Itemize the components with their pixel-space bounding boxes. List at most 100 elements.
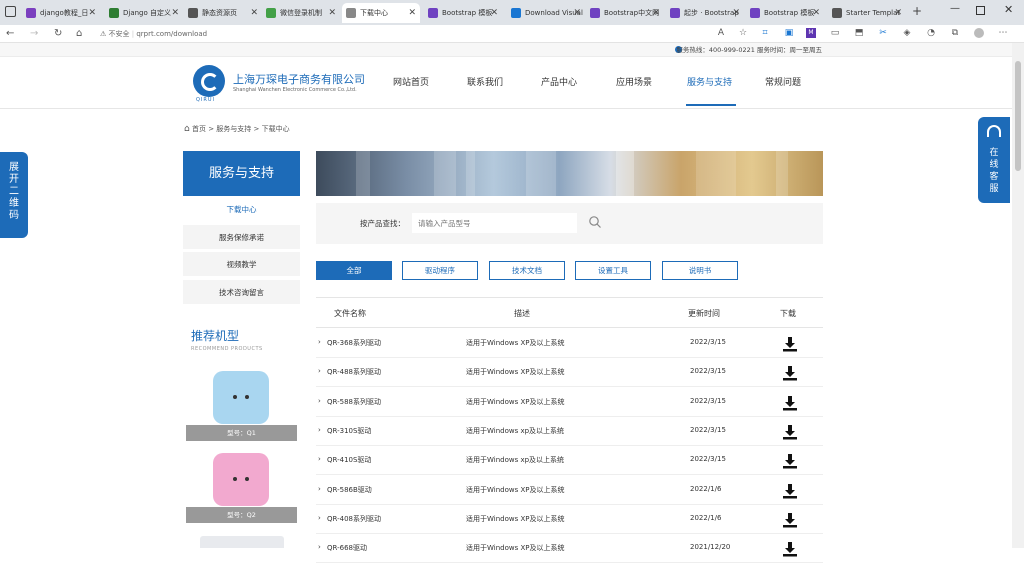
- favorite-icon[interactable]: ☆: [738, 28, 748, 38]
- tab-title: 静态资源页: [202, 9, 237, 17]
- breadcrumb: ⌂ 首页 > 服务与支持 > 下载中心: [184, 124, 290, 134]
- tab-close-icon[interactable]: ✕: [328, 3, 336, 23]
- tab-close-icon[interactable]: ✕: [894, 3, 902, 23]
- url-field[interactable]: ⚠ 不安全 | qrprt.com/download: [100, 27, 720, 41]
- more-icon[interactable]: ⋯: [998, 28, 1008, 38]
- tools-icon[interactable]: ✂: [878, 28, 888, 38]
- tab-close-icon[interactable]: ✕: [490, 3, 498, 23]
- extension-icon[interactable]: ▣: [784, 28, 794, 38]
- breadcrumb-item-home[interactable]: 首页: [192, 125, 206, 133]
- browser-tab[interactable]: django教程_日 ✕: [22, 3, 100, 23]
- collections-icon[interactable]: ⧉: [950, 28, 960, 38]
- company-logo-icon[interactable]: [193, 65, 225, 97]
- tab-title: django教程_日: [40, 9, 89, 17]
- extension-3-icon[interactable]: ⬒: [854, 28, 864, 38]
- tab-actions-icon[interactable]: [5, 6, 16, 17]
- company-name: 上海万琛电子商务有限公司: [233, 73, 365, 86]
- filter-button[interactable]: 说明书: [662, 261, 738, 280]
- forward-icon[interactable]: →: [30, 25, 38, 43]
- file-name[interactable]: QR-368系列驱动: [327, 338, 381, 348]
- extension-2-icon[interactable]: M: [806, 28, 816, 38]
- file-name[interactable]: QR-408系列驱动: [327, 514, 381, 524]
- nav-item[interactable]: 服务与支持: [687, 75, 732, 88]
- download-icon[interactable]: [782, 483, 798, 499]
- nav-active-indicator: [686, 104, 736, 106]
- file-name[interactable]: QR-668驱动: [327, 543, 367, 553]
- table-row: › QR-408系列驱动 适用于Windows XP及以上系统 2022/1/6: [316, 505, 823, 534]
- tab-close-icon[interactable]: ✕: [171, 3, 179, 23]
- file-name[interactable]: QR-586B驱动: [327, 485, 372, 495]
- new-tab-icon[interactable]: +: [912, 4, 922, 18]
- recommend-product-card[interactable]: 型号：Q1: [186, 364, 297, 441]
- maximize-icon[interactable]: [976, 6, 985, 15]
- read-aloud-icon[interactable]: A: [716, 28, 726, 38]
- product-search-input[interactable]: [412, 213, 577, 233]
- browser-tab[interactable]: Bootstrap 模板 ✕: [746, 3, 824, 23]
- page-scrollbar[interactable]: [1012, 43, 1024, 548]
- screenshot-icon[interactable]: ⌗: [760, 28, 770, 38]
- sidebar-item[interactable]: 技术咨询留言: [183, 279, 300, 305]
- shield-icon[interactable]: ◈: [902, 28, 912, 38]
- filter-button[interactable]: 驱动程序: [402, 261, 478, 280]
- history-icon[interactable]: ◔: [926, 28, 936, 38]
- tab-close-icon[interactable]: ✕: [652, 3, 660, 23]
- file-description: 适用于Windows XP及以上系统: [466, 397, 565, 406]
- cast-icon[interactable]: ▭: [830, 28, 840, 38]
- sidebar-item[interactable]: 视频教学: [183, 252, 300, 277]
- download-icon[interactable]: [782, 512, 798, 528]
- file-name[interactable]: QR-410S驱动: [327, 455, 371, 465]
- browser-tab[interactable]: 静态资源页 ✕: [184, 3, 262, 23]
- nav-item[interactable]: 应用场景: [616, 75, 652, 88]
- tab-title: 下载中心: [360, 9, 388, 17]
- download-icon[interactable]: [782, 395, 798, 411]
- tab-favicon-icon: [266, 8, 276, 18]
- browser-tab[interactable]: Bootstrap 模板 ✕: [424, 3, 502, 23]
- online-service-float[interactable]: 在线客服: [978, 117, 1010, 203]
- download-icon[interactable]: [782, 365, 798, 381]
- nav-item[interactable]: 网站首页: [393, 75, 429, 88]
- filter-button[interactable]: 设置工具: [575, 261, 651, 280]
- download-icon[interactable]: [782, 453, 798, 469]
- tab-close-icon[interactable]: ✕: [408, 3, 416, 23]
- file-name[interactable]: QR-310S驱动: [327, 426, 371, 436]
- profile-avatar-icon[interactable]: [974, 28, 984, 38]
- nav-item[interactable]: 常规问题: [765, 75, 801, 88]
- filter-button[interactable]: 全部: [316, 261, 392, 280]
- browser-tab[interactable]: 微信登录机制 ✕: [262, 3, 340, 23]
- download-icon[interactable]: [782, 541, 798, 557]
- tab-close-icon[interactable]: ✕: [250, 3, 258, 23]
- browser-tab[interactable]: Starter Templat ✕: [828, 3, 906, 23]
- browser-tab[interactable]: Django 自定义 ✕: [105, 3, 183, 23]
- product-card-partial[interactable]: [200, 536, 284, 548]
- refresh-icon[interactable]: ↻: [54, 25, 62, 43]
- download-icon[interactable]: [782, 336, 798, 352]
- sidebar-item[interactable]: 服务保修承诺: [183, 224, 300, 250]
- home-icon[interactable]: ⌂: [76, 25, 82, 43]
- nav-item[interactable]: 产品中心: [541, 75, 577, 88]
- breadcrumb-separator: >: [253, 125, 260, 133]
- qrcode-expand-tab[interactable]: 展开二维码: [0, 152, 28, 238]
- tab-close-icon[interactable]: ✕: [812, 3, 820, 23]
- minimize-icon[interactable]: —: [950, 3, 960, 14]
- back-icon[interactable]: ←: [6, 25, 14, 43]
- file-name[interactable]: QR-588系列驱动: [327, 397, 381, 407]
- recommend-product-card[interactable]: 型号：Q2: [186, 446, 297, 523]
- breadcrumb-item-download: 下载中心: [261, 125, 290, 133]
- nav-item[interactable]: 联系我们: [467, 75, 503, 88]
- scrollbar-thumb[interactable]: [1015, 61, 1021, 171]
- download-icon[interactable]: [782, 424, 798, 440]
- filter-button[interactable]: 技术文档: [489, 261, 565, 280]
- browser-tab[interactable]: Bootstrap中文网 ✕: [586, 3, 664, 23]
- tab-close-icon[interactable]: ✕: [573, 3, 581, 23]
- tab-close-icon[interactable]: ✕: [732, 3, 740, 23]
- browser-tab[interactable]: 起步 · Bootstrap ✕: [666, 3, 744, 23]
- close-window-icon[interactable]: ✕: [1004, 3, 1013, 16]
- browser-tab[interactable]: 下载中心 ✕: [342, 3, 420, 23]
- sidebar-item[interactable]: 下载中心: [183, 197, 300, 222]
- tab-close-icon[interactable]: ✕: [88, 3, 96, 23]
- search-icon[interactable]: [588, 215, 602, 229]
- breadcrumb-item-service[interactable]: 服务与支持: [216, 125, 251, 133]
- tab-favicon-icon: [109, 8, 119, 18]
- file-name[interactable]: QR-488系列驱动: [327, 367, 381, 377]
- browser-tab[interactable]: Download Visual ✕: [507, 3, 585, 23]
